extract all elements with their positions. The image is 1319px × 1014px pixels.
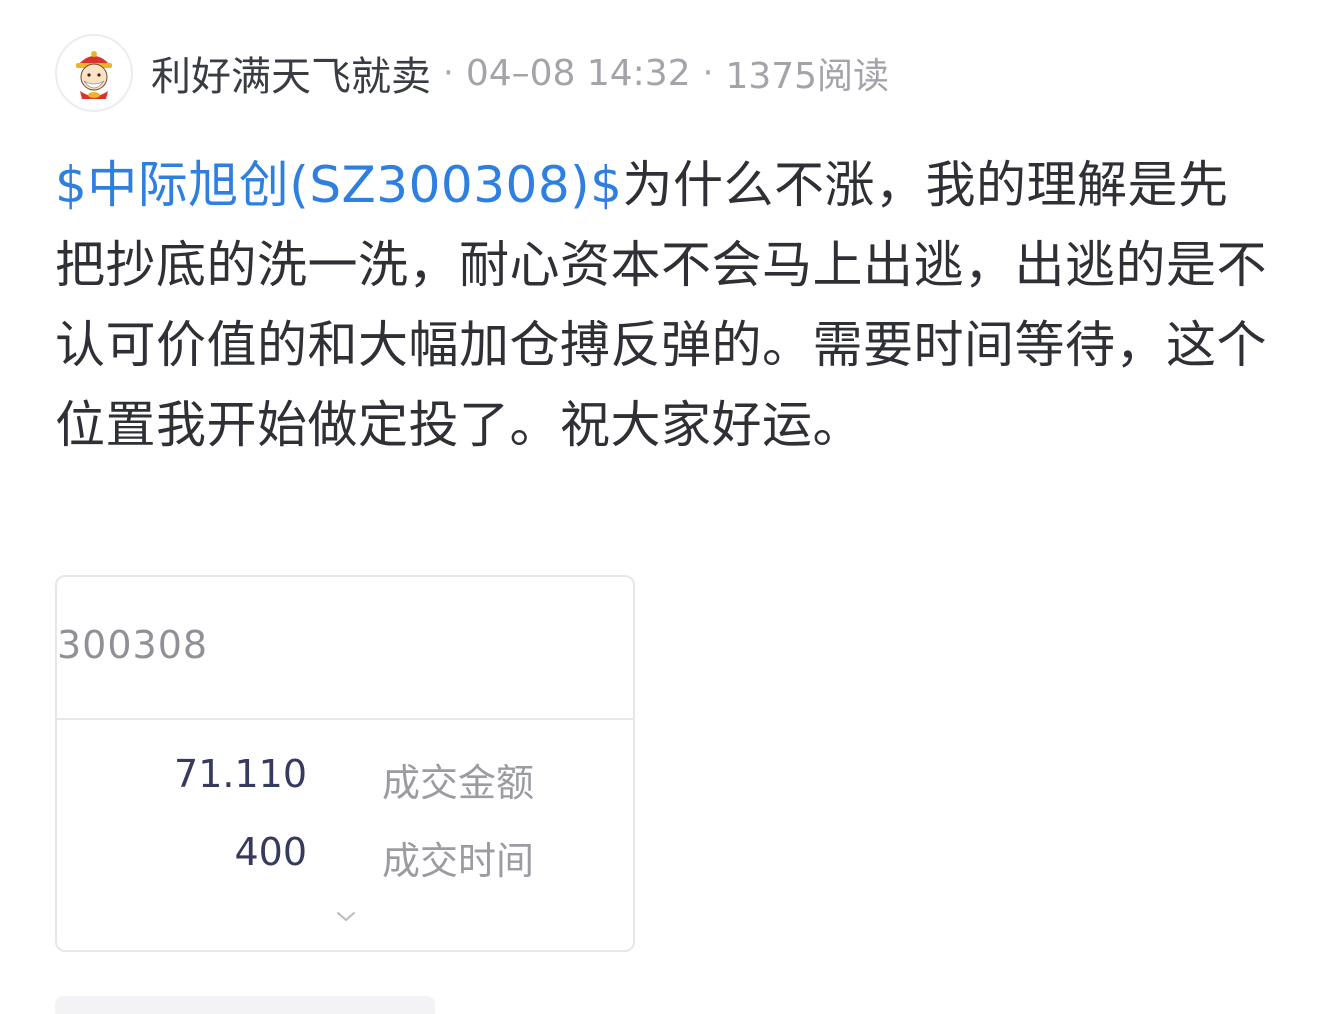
related-stock-chip[interactable]: 中际旭创 300308 [55,996,435,1014]
cartoon-avatar-icon [76,51,112,99]
related-stock-label: 中际旭创 300308 [77,1004,354,1014]
stock-link[interactable]: $中际旭创(SZ300308)$ [55,156,623,214]
card-row: 400 成交时间 [57,830,633,883]
meta-separator: · [443,53,454,93]
stock-code: 300308 [57,623,209,667]
post-header: 利好满天飞就卖 · 04–08 14:32 · 1375阅读 [55,33,889,113]
avatar[interactable] [55,34,133,112]
post-page: 利好满天飞就卖 · 04–08 14:32 · 1375阅读 $中际旭创(SZ3… [0,0,1319,1014]
meta-separator: · [702,53,714,93]
post-content: $中际旭创(SZ300308)$为什么不涨，我的理解是先把抄底的洗一洗，耐心资本… [55,145,1270,465]
card-label: 成交时间 [382,839,535,883]
quote-card[interactable]: 300308 71.110 成交金额 400 成交时间 [55,575,635,952]
card-value: 400 [234,830,307,874]
card-label: 成交金额 [382,761,535,805]
post-date: 04–08 14:32 [465,52,691,94]
chevron-down-icon[interactable] [335,907,357,927]
card-value: 71.110 [174,752,307,796]
read-count: 1375阅读 [725,56,890,97]
card-divider [57,718,633,720]
card-row: 71.110 成交金额 [57,752,633,805]
author-name[interactable]: 利好满天飞就卖 [151,44,431,102]
